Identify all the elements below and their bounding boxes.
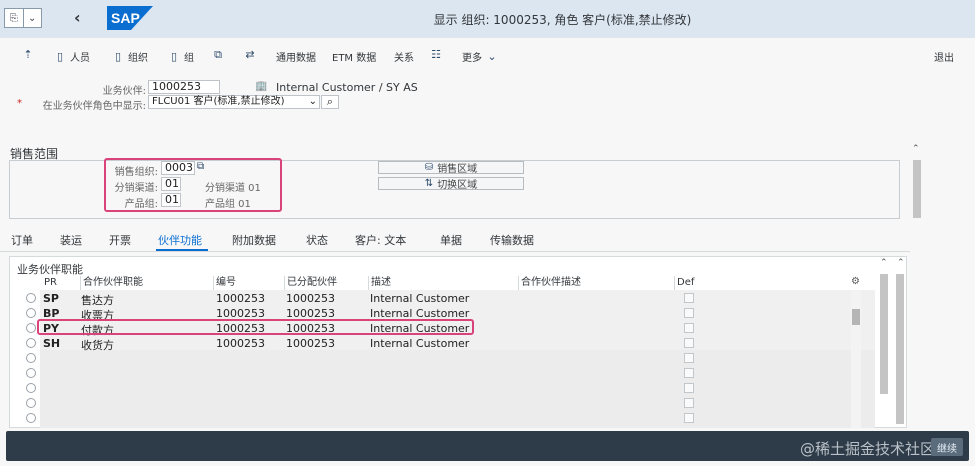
default-checkbox[interactable] xyxy=(684,293,694,303)
highlight-box xyxy=(104,158,282,212)
row-selector[interactable] xyxy=(26,338,36,348)
partner-table: 业务伙伴职能 PR 合作伙伴职能 编号 已分配伙伴 描述 合作伙伴描述 Def … xyxy=(9,256,907,428)
tab-orders[interactable]: 订单 xyxy=(11,232,33,248)
table-title: 业务伙伴职能 xyxy=(17,263,83,276)
default-checkbox[interactable] xyxy=(684,368,694,378)
default-checkbox[interactable] xyxy=(684,353,694,363)
row-selector[interactable] xyxy=(26,398,36,408)
continue-button[interactable]: 继续 xyxy=(931,438,963,456)
col-description[interactable]: 描述 xyxy=(368,276,518,290)
swap-button[interactable]: ⇄ xyxy=(244,49,256,61)
person-button[interactable]: ▯ 人员 xyxy=(54,49,90,64)
tab-partner-functions[interactable]: 伙伴功能 xyxy=(158,232,202,248)
empty-row[interactable] xyxy=(10,411,875,426)
col-assigned-partner[interactable]: 已分配伙伴 xyxy=(284,276,368,290)
row-selector[interactable] xyxy=(26,383,36,393)
default-checkbox[interactable] xyxy=(684,398,694,408)
more-button[interactable]: 更多 ⌄ xyxy=(462,49,498,64)
organization-button[interactable]: ▯ 组织 xyxy=(112,49,148,64)
tab-status[interactable]: 状态 xyxy=(306,232,328,248)
switch-icon: ⇅ xyxy=(424,178,434,189)
document-icon: ▯ xyxy=(56,49,64,63)
shell-header: ⎘ ⌄ ‹ SAP 显示 组织: 1000253, 角色 客户(标准,禁止修改) xyxy=(0,0,975,38)
bp-label: 业务伙伴: xyxy=(102,86,146,97)
building-icon: 🏢 xyxy=(255,81,268,92)
tab-documents[interactable]: 单据 xyxy=(440,232,462,248)
document-icon: ▯ xyxy=(170,49,178,63)
page-scrollbar[interactable] xyxy=(896,274,904,424)
default-checkbox[interactable] xyxy=(684,323,694,333)
page-scrollbar[interactable] xyxy=(880,274,888,394)
row-selector[interactable] xyxy=(26,353,36,363)
watermark: @稀土掘金技术社区 xyxy=(799,440,935,458)
tab-additional-data[interactable]: 附加数据 xyxy=(232,232,276,248)
search-icon: ⌕ xyxy=(326,95,334,108)
table-row[interactable]: SH 收货方 1000253 1000253 Internal Customer xyxy=(10,336,875,352)
chevron-up-icon[interactable]: ⌃ xyxy=(912,144,920,154)
copy-button[interactable]: ⧉ xyxy=(212,49,224,61)
exit-button[interactable]: 退出 xyxy=(934,49,954,64)
active-tab-indicator xyxy=(156,249,208,251)
general-data-button[interactable]: 通用数据 xyxy=(276,49,316,64)
chevron-down-icon: ⌄ xyxy=(487,49,497,63)
row-selector[interactable] xyxy=(26,413,36,423)
col-partner-description[interactable]: 合作伙伴描述 xyxy=(518,276,674,290)
default-checkbox[interactable] xyxy=(684,308,694,318)
display-icon: ⇡ xyxy=(23,48,33,61)
list-button[interactable]: ☷ xyxy=(430,49,442,61)
empty-row[interactable] xyxy=(10,396,875,411)
tab-billing[interactable]: 开票 xyxy=(109,232,131,248)
tab-bar: 订单 装运 开票 伙伴功能 附加数据 状态 客户: 文本 单据 传输数据 xyxy=(0,230,910,252)
document-icon: ▯ xyxy=(114,49,122,63)
row-selector[interactable] xyxy=(26,293,36,303)
chevron-up-icon[interactable]: ⌃ xyxy=(880,258,888,268)
scrollbar[interactable] xyxy=(913,160,921,218)
row-selector[interactable] xyxy=(26,323,36,333)
settings-icon[interactable]: ⚙ xyxy=(851,276,860,287)
col-number[interactable]: 编号 xyxy=(213,276,284,290)
highlight-box xyxy=(37,319,474,335)
list-icon: ☷ xyxy=(431,48,441,61)
default-checkbox[interactable] xyxy=(684,413,694,423)
relations-button[interactable]: 关系 xyxy=(394,49,414,64)
copy-icon: ⧉ xyxy=(214,48,222,61)
group-button[interactable]: ▯ 组 xyxy=(168,49,194,64)
row-selector[interactable] xyxy=(26,368,36,378)
tab-shipping[interactable]: 装运 xyxy=(60,232,82,248)
col-default[interactable]: Def xyxy=(674,276,704,290)
col-function[interactable]: 合作伙伴职能 xyxy=(80,276,213,290)
toolbar: ⇡ ▯ 人员 ▯ 组织 ▯ 组 ⧉ ⇄ 通用数据 ETM 数据 关系 ☷ 更多 ⌄ 退出 xyxy=(0,38,975,72)
swap-icon: ⇄ xyxy=(245,48,255,61)
bp-description: Internal Customer / SY AS xyxy=(276,81,418,94)
empty-row[interactable] xyxy=(10,366,875,381)
role-select[interactable]: FLCU01 客户(标准,禁止修改) ⌄ xyxy=(148,95,320,109)
sales-area-button[interactable]: ⛁ 销售区域 xyxy=(378,161,524,175)
required-marker: * xyxy=(17,98,22,109)
bp-field[interactable]: 1000253 xyxy=(148,80,220,94)
etm-data-button[interactable]: ETM 数据 xyxy=(332,49,376,64)
page-title: 显示 组织: 1000253, 角色 客户(标准,禁止修改) xyxy=(433,13,692,27)
table-header: PR 合作伙伴职能 编号 已分配伙伴 描述 合作伙伴描述 Def xyxy=(40,276,875,290)
default-checkbox[interactable] xyxy=(684,383,694,393)
sales-area-icon: ⛁ xyxy=(424,162,434,173)
empty-row[interactable] xyxy=(10,381,875,396)
tab-transfer-data[interactable]: 传输数据 xyxy=(490,232,534,248)
tab-customer-text[interactable]: 客户: 文本 xyxy=(355,232,406,248)
default-checkbox[interactable] xyxy=(684,338,694,348)
chevron-down-icon[interactable]: ⌄ xyxy=(309,96,317,108)
table-row[interactable]: SP 售达方 1000253 1000253 Internal Customer xyxy=(10,291,875,307)
chevron-up-icon[interactable]: ⌃ xyxy=(897,258,905,268)
role-label: 在业务伙伴角色中显示: xyxy=(42,101,146,112)
row-selector[interactable] xyxy=(26,308,36,318)
table-scroll-thumb[interactable] xyxy=(852,309,860,325)
switch-area-button[interactable]: ⇅ 切换区域 xyxy=(378,177,524,191)
display-button[interactable]: ⇡ xyxy=(22,49,34,61)
col-pr[interactable]: PR xyxy=(40,276,80,290)
empty-row[interactable] xyxy=(10,351,875,366)
search-button[interactable]: ⌕ xyxy=(321,95,339,109)
